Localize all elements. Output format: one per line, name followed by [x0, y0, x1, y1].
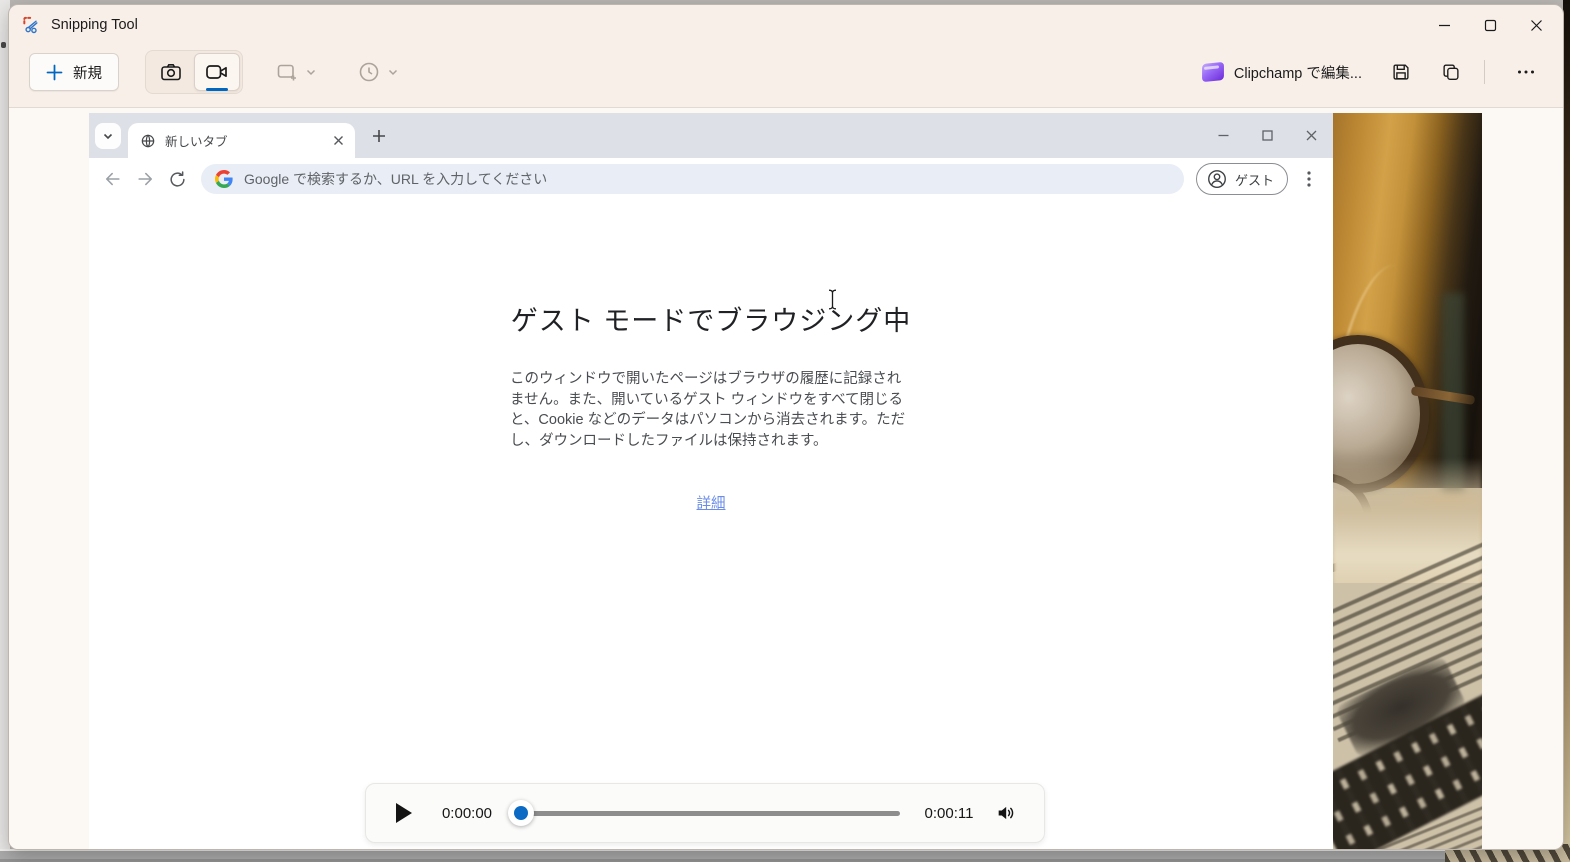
- new-snip-label: 新規: [73, 62, 102, 83]
- photo-mode-button[interactable]: [148, 53, 194, 91]
- seek-thumb[interactable]: [508, 800, 534, 826]
- chrome-menu-button: [1295, 165, 1323, 193]
- globe-icon: [140, 133, 156, 149]
- desktop-edge-bottom: [0, 849, 1470, 862]
- delay-dropdown[interactable]: [349, 54, 407, 90]
- chrome-minimize-button: [1201, 113, 1245, 158]
- video-player-controls: 0:00:00 0:00:11: [365, 783, 1045, 843]
- guest-mode-heading: ゲスト モードでブラウジング中: [89, 299, 1333, 338]
- new-snip-button[interactable]: 新規: [29, 53, 119, 91]
- duration: 0:00:11: [918, 805, 980, 822]
- seek-track[interactable]: [518, 811, 900, 816]
- tab-title: 新しいタブ: [165, 131, 329, 150]
- plus-icon: [372, 129, 386, 143]
- snip-shape-dropdown[interactable]: [267, 54, 325, 90]
- guest-profile-badge: ゲスト: [1196, 163, 1288, 195]
- new-tab-button: [365, 122, 393, 150]
- current-time: 0:00:00: [436, 805, 498, 822]
- snipping-tool-app-icon: [21, 15, 41, 35]
- see-more-button[interactable]: [1507, 55, 1545, 89]
- toolbar: 新規: [9, 45, 1563, 107]
- kebab-menu-icon: [1307, 171, 1311, 187]
- chrome-close-button: [1289, 113, 1333, 158]
- maximize-button[interactable]: [1467, 7, 1513, 43]
- close-icon: [333, 135, 344, 146]
- seek-slider[interactable]: [508, 800, 902, 826]
- chrome-toolbar: Google で検索するか、URL を入力してください ゲスト: [89, 158, 1333, 200]
- play-button[interactable]: [396, 803, 412, 823]
- desktop-wallpaper-right-sliver: [1563, 0, 1570, 862]
- close-button[interactable]: [1513, 7, 1559, 43]
- guest-mode-page: ゲスト モードでブラウジング中 このウィンドウで開いたページはブラウザの履歴に記…: [89, 200, 1333, 849]
- tab-close-button: [329, 132, 347, 150]
- save-button[interactable]: [1382, 55, 1420, 89]
- reload-icon: [168, 170, 187, 189]
- snipping-tool-window: Snipping Tool 新規: [8, 4, 1564, 850]
- chrome-tab-bar: 新しいタブ: [89, 113, 1333, 158]
- rectangle-snip-icon: [275, 60, 299, 84]
- copy-button[interactable]: [1432, 55, 1470, 89]
- clipchamp-label: Clipchamp で編集...: [1234, 62, 1362, 83]
- back-button: [97, 163, 129, 195]
- text-cursor: [826, 288, 839, 311]
- chevron-down-icon: [305, 66, 317, 78]
- address-bar: Google で検索するか、URL を入力してください: [201, 164, 1184, 194]
- reload-button: [161, 163, 193, 195]
- app-title: Snipping Tool: [51, 17, 138, 33]
- tab-search-chevron-button: [95, 123, 121, 149]
- arrow-left-icon: [103, 169, 123, 189]
- save-icon: [1390, 61, 1412, 83]
- speaker-icon: [995, 802, 1017, 824]
- address-placeholder: Google で検索するか、URL を入力してください: [244, 169, 547, 189]
- desktop-artifact: [1, 42, 6, 48]
- forward-button: [129, 163, 161, 195]
- minimize-button[interactable]: [1421, 7, 1467, 43]
- video-camera-icon: [204, 59, 230, 85]
- arrow-right-icon: [135, 169, 155, 189]
- camera-icon: [159, 60, 183, 84]
- guest-label: ゲスト: [1235, 170, 1274, 189]
- edit-in-clipchamp-button[interactable]: Clipchamp で編集...: [1194, 56, 1370, 89]
- chevron-down-icon: [102, 130, 114, 142]
- titlebar: Snipping Tool: [9, 5, 1563, 45]
- toolbar-divider: [1484, 60, 1485, 84]
- video-preview[interactable]: 新しいタブ: [89, 113, 1482, 849]
- active-tab: 新しいタブ: [128, 123, 355, 158]
- clipchamp-icon: [1202, 62, 1224, 82]
- newspapers: WEN: [1333, 583, 1482, 849]
- toolbar-right-group: Clipchamp で編集...: [1194, 55, 1545, 89]
- more-icon: [1516, 62, 1536, 82]
- video-mode-button[interactable]: [194, 53, 240, 91]
- volume-button[interactable]: [990, 797, 1022, 829]
- preview-area: 新しいタブ: [9, 108, 1563, 849]
- learn-more-link: 詳細: [697, 496, 726, 512]
- guest-mode-description: このウィンドウで開いたページはブラウザの履歴に記録されません。また、開いているゲ…: [510, 369, 912, 451]
- copy-icon: [1440, 61, 1462, 83]
- clock-icon: [357, 60, 381, 84]
- chrome-maximize-button: [1245, 113, 1289, 158]
- recorded-chrome-window: 新しいタブ: [89, 113, 1333, 849]
- google-logo-icon: [215, 170, 233, 188]
- chevron-down-icon: [387, 66, 399, 78]
- plus-icon: [46, 64, 63, 81]
- capture-mode-toggle: [145, 50, 243, 94]
- guest-avatar-icon: [1206, 168, 1228, 190]
- wallpaper-photo-strip: WEN: [1333, 113, 1482, 849]
